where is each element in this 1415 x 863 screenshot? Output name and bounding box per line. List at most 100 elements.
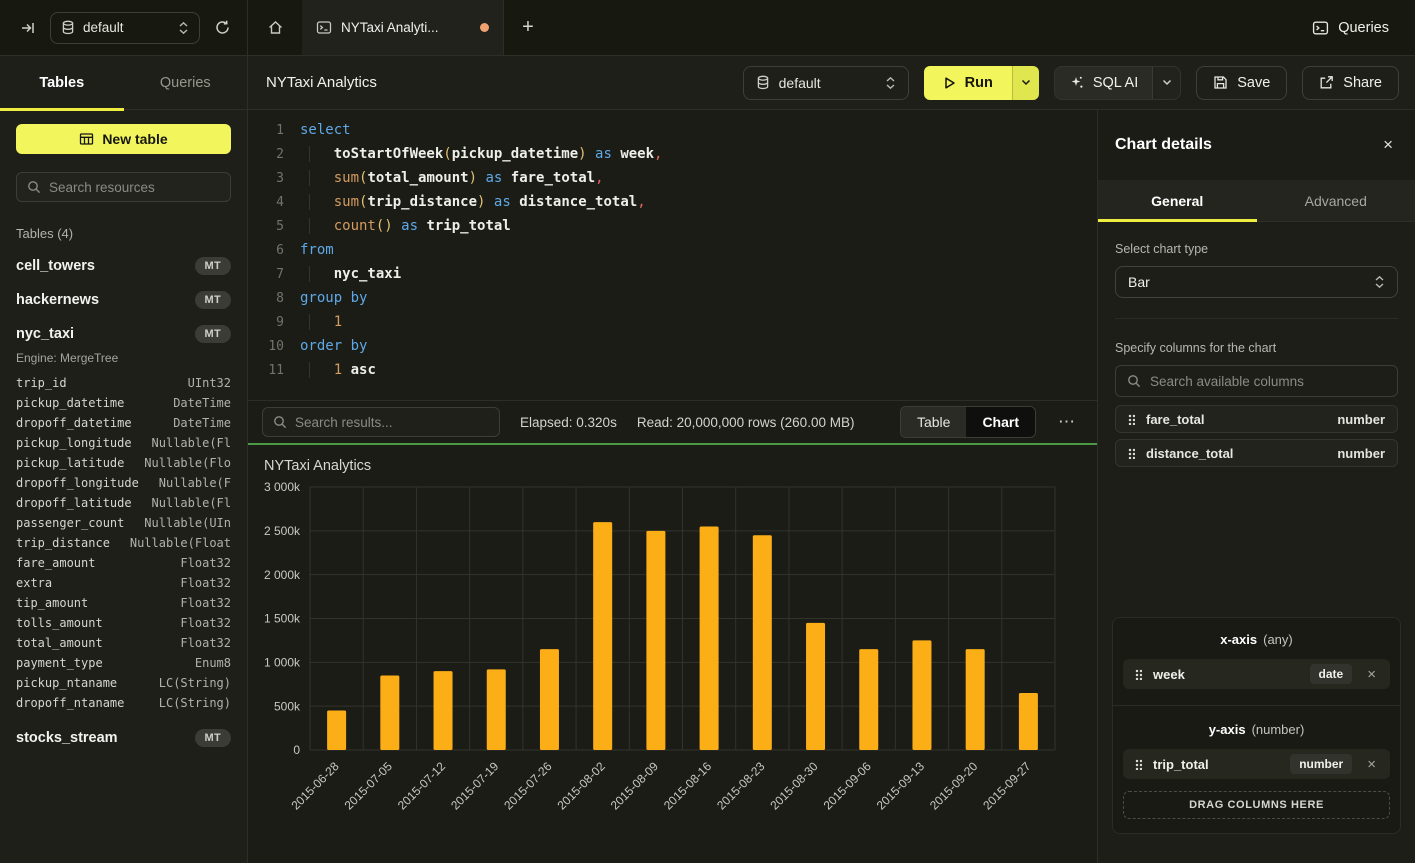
query-header: NYTaxi Analytics default Run xyxy=(248,56,1415,110)
table-list-item[interactable]: hackernewsMT xyxy=(16,291,231,309)
bar[interactable] xyxy=(646,531,665,750)
code-line: 7 nyc_taxi xyxy=(262,262,1097,286)
x-tick-label: 2015-08-30 xyxy=(767,759,821,813)
panel-tab-advanced[interactable]: Advanced xyxy=(1257,180,1415,221)
column-name: dropoff_ntaname xyxy=(16,696,124,710)
share-button[interactable]: Share xyxy=(1302,66,1399,100)
bar[interactable] xyxy=(487,669,506,750)
column-name: total_amount xyxy=(16,636,103,650)
sidebar-tab-tables[interactable]: Tables xyxy=(0,56,124,109)
table-column-row: passenger_countNullable(UIn xyxy=(16,513,231,533)
drag-columns-dropzone[interactable]: DRAG COLUMNS HERE xyxy=(1123,791,1390,819)
available-column-name: distance_total xyxy=(1146,446,1326,461)
chart-type-select[interactable]: Bar xyxy=(1115,266,1398,298)
results-menu-button[interactable]: ⋯ xyxy=(1056,412,1078,432)
tab-nytaxi-analytics[interactable]: NYTaxi Analyti... xyxy=(302,0,504,55)
drag-handle-icon[interactable] xyxy=(1135,759,1142,770)
bar[interactable] xyxy=(700,526,719,750)
main-column: 1select2 toStartOfWeek(pickup_datetime) … xyxy=(248,110,1097,863)
line-number: 9 xyxy=(262,315,284,330)
sql-ai-options-button[interactable] xyxy=(1152,67,1180,99)
query-database-select[interactable]: default xyxy=(743,66,909,100)
sql-editor[interactable]: 1select2 toStartOfWeek(pickup_datetime) … xyxy=(248,110,1097,400)
table-list-item[interactable]: nyc_taxiMT xyxy=(16,325,231,343)
table-column-row: pickup_ntanameLC(String) xyxy=(16,673,231,693)
code-text: group by xyxy=(300,290,367,306)
save-button[interactable]: Save xyxy=(1196,66,1287,100)
x-tick-label: 2015-07-12 xyxy=(395,759,449,813)
bar[interactable] xyxy=(434,671,453,750)
x-tick-label: 2015-06-28 xyxy=(288,759,342,813)
x-axis-column-chip[interactable]: week date × xyxy=(1123,659,1390,689)
code-text: select xyxy=(300,122,351,138)
panel-tab-general[interactable]: General xyxy=(1098,180,1257,221)
bar[interactable] xyxy=(593,522,612,750)
table-list-item[interactable]: stocks_streamMT xyxy=(16,729,231,747)
sidebar-tabs: Tables Queries xyxy=(0,56,247,110)
column-name: dropoff_longitude xyxy=(16,476,139,490)
code-line: 6from xyxy=(262,238,1097,262)
bar[interactable] xyxy=(912,640,931,750)
column-name: pickup_longitude xyxy=(16,436,132,450)
results-search[interactable] xyxy=(262,407,500,437)
column-name: passenger_count xyxy=(16,516,124,530)
columns-search-input[interactable] xyxy=(1150,374,1386,389)
results-search-input[interactable] xyxy=(295,415,489,430)
new-tab-button[interactable]: + xyxy=(504,0,552,55)
run-button[interactable]: Run xyxy=(924,66,1012,100)
bar[interactable] xyxy=(859,649,878,750)
bar[interactable] xyxy=(753,535,772,750)
columns-search[interactable] xyxy=(1115,365,1398,397)
x-tick-label: 2015-08-23 xyxy=(714,759,768,813)
remove-x-column-icon[interactable]: × xyxy=(1363,666,1380,683)
drag-handle-icon[interactable] xyxy=(1128,414,1135,425)
engine-badge: MT xyxy=(195,257,231,275)
line-number: 11 xyxy=(262,363,284,378)
line-number: 3 xyxy=(262,171,284,186)
view-toggle-table[interactable]: Table xyxy=(901,407,966,437)
new-table-button[interactable]: New table xyxy=(16,124,231,154)
bar-chart[interactable]: 0500k1 000k1 500k2 000k2 500k3 000k2015-… xyxy=(248,476,1078,860)
drag-handle-icon[interactable] xyxy=(1128,448,1135,459)
sidebar-tab-queries[interactable]: Queries xyxy=(124,56,248,109)
table-name: stocks_stream xyxy=(16,730,118,746)
table-list-item[interactable]: cell_towers MT xyxy=(16,257,231,275)
close-icon[interactable]: × xyxy=(1383,135,1393,155)
run-options-button[interactable] xyxy=(1012,66,1039,100)
results-toolbar: Elapsed: 0.320s Read: 20,000,000 rows (2… xyxy=(248,400,1097,443)
bar[interactable] xyxy=(966,649,985,750)
home-button[interactable] xyxy=(248,0,302,55)
table-name: cell_towers xyxy=(16,258,95,274)
collapse-sidebar-icon[interactable] xyxy=(20,20,36,36)
code-line: 2 toStartOfWeek(pickup_datetime) as week… xyxy=(262,142,1097,166)
available-column-chip[interactable]: fare_totalnumber xyxy=(1115,405,1398,433)
line-number: 10 xyxy=(262,339,284,354)
available-column-chip[interactable]: distance_totalnumber xyxy=(1115,439,1398,467)
queries-button[interactable]: Queries xyxy=(1302,0,1415,55)
sidebar-search[interactable] xyxy=(16,172,231,202)
tables-list: cell_towersMThackernewsMTnyc_taxiMTEngin… xyxy=(16,257,231,747)
view-toggle-chart[interactable]: Chart xyxy=(966,407,1035,437)
drag-handle-icon[interactable] xyxy=(1135,669,1142,680)
topbar-database-value: default xyxy=(83,20,170,35)
bar[interactable] xyxy=(1019,693,1038,750)
table-name: hackernews xyxy=(16,292,99,308)
bar[interactable] xyxy=(540,649,559,750)
table-column-row: fare_amountFloat32 xyxy=(16,553,231,573)
remove-y-column-icon[interactable]: × xyxy=(1363,756,1380,773)
available-columns: fare_totalnumber distance_totalnumber xyxy=(1115,405,1398,467)
console-icon xyxy=(316,20,332,35)
topbar-database-select[interactable]: default xyxy=(50,12,200,44)
y-axis-column-chip[interactable]: trip_total number × xyxy=(1123,749,1390,779)
y-tick-label: 2 000k xyxy=(264,568,301,582)
x-tick-label: 2015-08-02 xyxy=(554,759,608,813)
bar[interactable] xyxy=(380,675,399,750)
queries-label: Queries xyxy=(1338,20,1389,36)
refresh-icon[interactable] xyxy=(214,19,231,36)
sidebar-search-input[interactable] xyxy=(49,180,220,195)
bar[interactable] xyxy=(327,711,346,750)
sql-ai-button[interactable]: SQL AI xyxy=(1055,67,1152,99)
database-icon xyxy=(756,75,770,90)
bar[interactable] xyxy=(806,623,825,750)
share-icon xyxy=(1319,75,1334,90)
